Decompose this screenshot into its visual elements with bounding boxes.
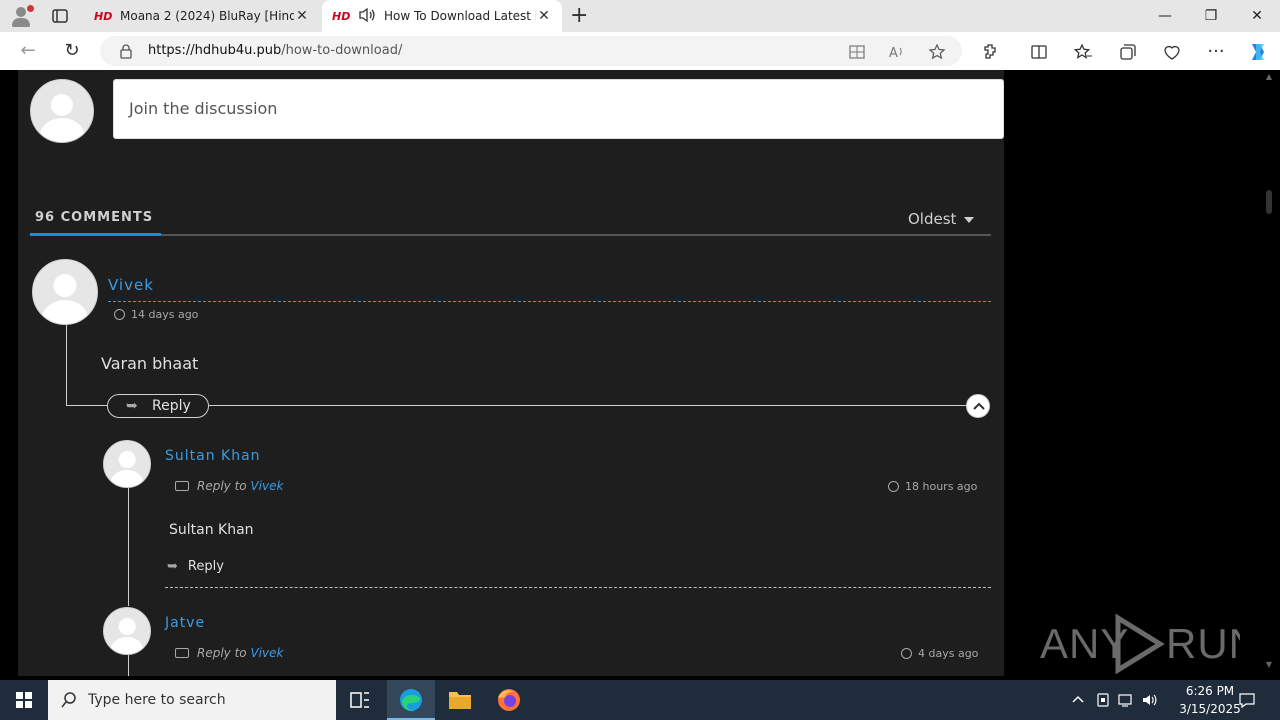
split-screen-icon[interactable] xyxy=(1029,42,1049,62)
close-tab-icon[interactable]: ✕ xyxy=(536,8,552,24)
copilot-icon[interactable] xyxy=(1246,40,1270,64)
close-tab-icon[interactable]: ✕ xyxy=(294,8,310,24)
extensions-icon[interactable] xyxy=(981,42,1001,62)
new-tab-button[interactable]: + xyxy=(570,4,590,28)
windows-logo-icon xyxy=(16,692,32,708)
file-explorer-button[interactable] xyxy=(436,680,484,720)
show-hidden-icons-icon[interactable] xyxy=(1070,692,1088,720)
refresh-icon[interactable]: ↻ xyxy=(61,40,83,62)
edge-taskbar-button[interactable] xyxy=(387,680,435,720)
notifications-icon[interactable] xyxy=(1238,691,1258,720)
reply-to-author-link[interactable]: Vivek xyxy=(250,646,283,660)
svg-text:RUN: RUN xyxy=(1166,620,1240,667)
current-user-avatar xyxy=(30,79,94,143)
taskbar: Type here to search 6:26 PM 3/15/2025 xyxy=(0,680,1280,720)
browser-essentials-icon[interactable] xyxy=(1162,42,1182,62)
scroll-thumb[interactable] xyxy=(1266,190,1272,214)
network-icon[interactable] xyxy=(1117,692,1137,720)
back-icon[interactable]: ← xyxy=(17,40,39,62)
edge-icon xyxy=(400,689,422,712)
reply-arrow-icon: ➥ xyxy=(126,398,138,414)
reply-divider xyxy=(165,587,991,588)
firefox-button[interactable] xyxy=(485,680,533,720)
reply-to-label: Reply to Vivek xyxy=(175,646,283,660)
comment-timestamp[interactable]: 4 days ago xyxy=(901,647,978,660)
profile-icon[interactable] xyxy=(10,5,34,27)
task-view-icon xyxy=(350,692,369,708)
tab-actions-icon[interactable] xyxy=(50,6,70,26)
web-page: Join the discussion 96 COMMENTS Oldest V… xyxy=(4,70,1262,676)
address-toolbar: ← ↻ https://hdhub4u.pub/how-to-download/… xyxy=(0,32,1280,70)
start-button[interactable] xyxy=(0,680,48,720)
collapse-thread-button[interactable] xyxy=(966,394,990,418)
comment-text: Sultan Khan xyxy=(169,522,254,538)
thread-line xyxy=(66,325,67,406)
lock-icon[interactable] xyxy=(118,43,134,59)
chevron-down-icon xyxy=(964,216,975,223)
comment-count: 96 COMMENTS xyxy=(35,210,154,225)
device-icon[interactable] xyxy=(1095,692,1113,720)
clock-icon xyxy=(901,648,912,659)
clock-icon xyxy=(888,481,899,492)
task-view-button[interactable] xyxy=(336,680,384,720)
svg-text:A: A xyxy=(889,46,898,61)
reply-to-author-link[interactable]: Vivek xyxy=(250,479,283,493)
chevron-up-icon xyxy=(973,402,985,410)
clock-icon xyxy=(114,309,125,320)
comments-section: Join the discussion 96 COMMENTS Oldest V… xyxy=(18,70,1004,676)
comment-author[interactable]: Jatve xyxy=(165,615,205,631)
thread-line xyxy=(128,655,129,676)
comment-author[interactable]: Sultan Khan xyxy=(165,448,261,464)
active-tab-indicator xyxy=(30,233,161,236)
url-text[interactable]: https://hdhub4u.pub/how-to-download/ xyxy=(148,43,402,58)
avatar[interactable] xyxy=(103,440,151,488)
favorites-icon[interactable] xyxy=(1073,42,1093,62)
restore-button[interactable]: ❐ xyxy=(1188,0,1234,32)
author-underline xyxy=(108,301,991,302)
reply-button[interactable]: ➥ Reply xyxy=(167,559,224,574)
chat-bubble-icon xyxy=(175,648,189,658)
close-window-button[interactable]: ✕ xyxy=(1234,0,1280,32)
speaker-icon[interactable] xyxy=(358,7,376,26)
chat-bubble-icon xyxy=(175,481,189,491)
hd-favicon-icon: HD xyxy=(332,9,351,23)
scroll-down-icon[interactable]: ▼ xyxy=(1264,660,1274,670)
comment-timestamp[interactable]: 18 hours ago xyxy=(888,480,977,493)
header-divider xyxy=(30,234,991,236)
volume-icon[interactable] xyxy=(1141,692,1161,720)
scroll-up-icon[interactable]: ▲ xyxy=(1264,72,1274,82)
favorite-star-icon[interactable] xyxy=(928,43,946,61)
reply-button[interactable]: ➥ Reply xyxy=(107,394,209,418)
join-discussion-input[interactable]: Join the discussion xyxy=(113,79,1004,139)
avatar[interactable] xyxy=(103,607,151,655)
app-available-icon[interactable] xyxy=(848,43,866,61)
tab-title: How To Download Latest M xyxy=(384,9,536,23)
thread-line xyxy=(128,488,129,606)
search-icon xyxy=(61,692,76,708)
tab-title: Moana 2 (2024) BluRay [Hindi (O xyxy=(120,9,294,23)
folder-icon xyxy=(449,692,471,709)
reply-to-label: Reply to Vivek xyxy=(175,479,283,493)
more-options-icon[interactable]: ··· xyxy=(1206,42,1226,62)
comment-text: Varan bhaat xyxy=(101,354,199,373)
comment-timestamp[interactable]: 14 days ago xyxy=(114,308,198,321)
address-bar[interactable]: https://hdhub4u.pub/how-to-download/ A xyxy=(100,36,962,66)
avatar[interactable] xyxy=(32,259,98,325)
tab-how-to-download[interactable]: HD How To Download Latest M ✕ xyxy=(322,0,562,32)
page-scrollbar[interactable]: ▲ ▼ xyxy=(1262,70,1276,676)
firefox-icon xyxy=(498,689,520,711)
minimize-button[interactable]: — xyxy=(1142,0,1188,32)
anyrun-watermark: ANY RUN xyxy=(1040,610,1259,675)
taskbar-search[interactable]: Type here to search xyxy=(48,680,336,720)
hd-favicon-icon: HD xyxy=(94,9,113,23)
tab-strip: HD Moana 2 (2024) BluRay [Hindi (O ✕ HD … xyxy=(0,0,1280,32)
reply-arrow-icon: ➥ xyxy=(167,559,178,574)
comment-author[interactable]: Vivek xyxy=(108,276,154,294)
sort-dropdown[interactable]: Oldest xyxy=(908,210,975,228)
read-aloud-icon[interactable]: A xyxy=(888,43,906,61)
tab-moana[interactable]: HD Moana 2 (2024) BluRay [Hindi (O ✕ xyxy=(84,0,320,32)
collections-icon[interactable] xyxy=(1118,42,1138,62)
